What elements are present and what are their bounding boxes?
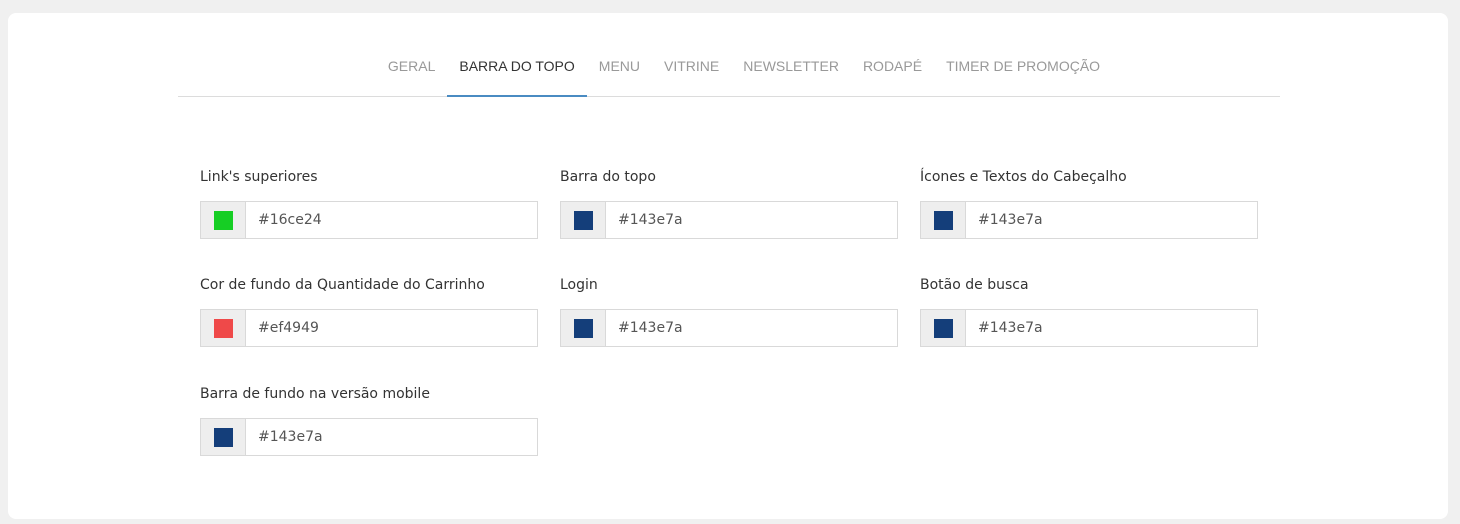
color-input-icones-textos-cabecalho[interactable]: #143e7a <box>920 201 1258 239</box>
color-input-barra-do-topo[interactable]: #143e7a <box>560 201 898 239</box>
color-swatch <box>213 210 233 230</box>
field-barra-do-topo: Barra do topo #143e7a <box>560 167 898 239</box>
color-swatch <box>213 427 233 447</box>
color-input-links-superiores[interactable]: #16ce24 <box>200 201 538 239</box>
hex-value[interactable]: #ef4949 <box>246 310 319 346</box>
color-swatch <box>933 318 953 338</box>
field-label: Cor de fundo da Quantidade do Carrinho <box>200 277 485 293</box>
color-input-barra-fundo-versao-mobile[interactable]: #143e7a <box>200 418 538 456</box>
hex-value[interactable]: #143e7a <box>606 202 683 238</box>
field-label: Barra de fundo na versão mobile <box>200 386 430 402</box>
color-picker-button[interactable] <box>201 202 246 238</box>
hex-value[interactable]: #143e7a <box>246 419 323 455</box>
field-botao-de-busca: Botão de busca #143e7a <box>920 275 1258 347</box>
field-cor-fundo-quantidade-carrinho: Cor de fundo da Quantidade do Carrinho #… <box>200 275 538 347</box>
field-login: Login #143e7a <box>560 275 898 347</box>
color-picker-button[interactable] <box>561 310 606 346</box>
tab-menu[interactable]: MENU <box>587 51 652 97</box>
color-swatch <box>573 210 593 230</box>
tab-timer-de-promocao[interactable]: TIMER DE PROMOÇÃO <box>934 51 1112 97</box>
field-label: Barra do topo <box>560 169 656 185</box>
color-input-botao-de-busca[interactable]: #143e7a <box>920 309 1258 347</box>
field-icones-textos-cabecalho: Ícones e Textos do Cabeçalho #143e7a <box>920 167 1258 239</box>
hex-value[interactable]: #143e7a <box>606 310 683 346</box>
hex-value[interactable]: #16ce24 <box>246 202 322 238</box>
color-picker-button[interactable] <box>201 419 246 455</box>
color-picker-button[interactable] <box>921 202 966 238</box>
field-label: Ícones e Textos do Cabeçalho <box>920 169 1127 185</box>
field-label: Botão de busca <box>920 277 1029 293</box>
field-links-superiores: Link's superiores #16ce24 <box>200 167 538 239</box>
field-barra-fundo-versao-mobile: Barra de fundo na versão mobile #143e7a <box>200 384 538 456</box>
field-label: Login <box>560 277 598 293</box>
settings-card: GERAL BARRA DO TOPO MENU VITRINE NEWSLET… <box>8 13 1448 519</box>
field-label: Link's superiores <box>200 169 318 185</box>
tab-geral[interactable]: GERAL <box>376 51 447 97</box>
tab-barra-do-topo[interactable]: BARRA DO TOPO <box>447 51 587 97</box>
color-input-cor-fundo-quantidade-carrinho[interactable]: #ef4949 <box>200 309 538 347</box>
tab-rodape[interactable]: RODAPÉ <box>851 51 934 97</box>
tab-newsletter[interactable]: NEWSLETTER <box>731 51 851 97</box>
color-input-login[interactable]: #143e7a <box>560 309 898 347</box>
color-picker-button[interactable] <box>921 310 966 346</box>
color-picker-button[interactable] <box>201 310 246 346</box>
tab-vitrine[interactable]: VITRINE <box>652 51 731 97</box>
hex-value[interactable]: #143e7a <box>966 310 1043 346</box>
tab-bar: GERAL BARRA DO TOPO MENU VITRINE NEWSLET… <box>178 51 1280 97</box>
color-picker-button[interactable] <box>561 202 606 238</box>
color-swatch <box>933 210 953 230</box>
color-swatch <box>573 318 593 338</box>
color-swatch <box>213 318 233 338</box>
hex-value[interactable]: #143e7a <box>966 202 1043 238</box>
